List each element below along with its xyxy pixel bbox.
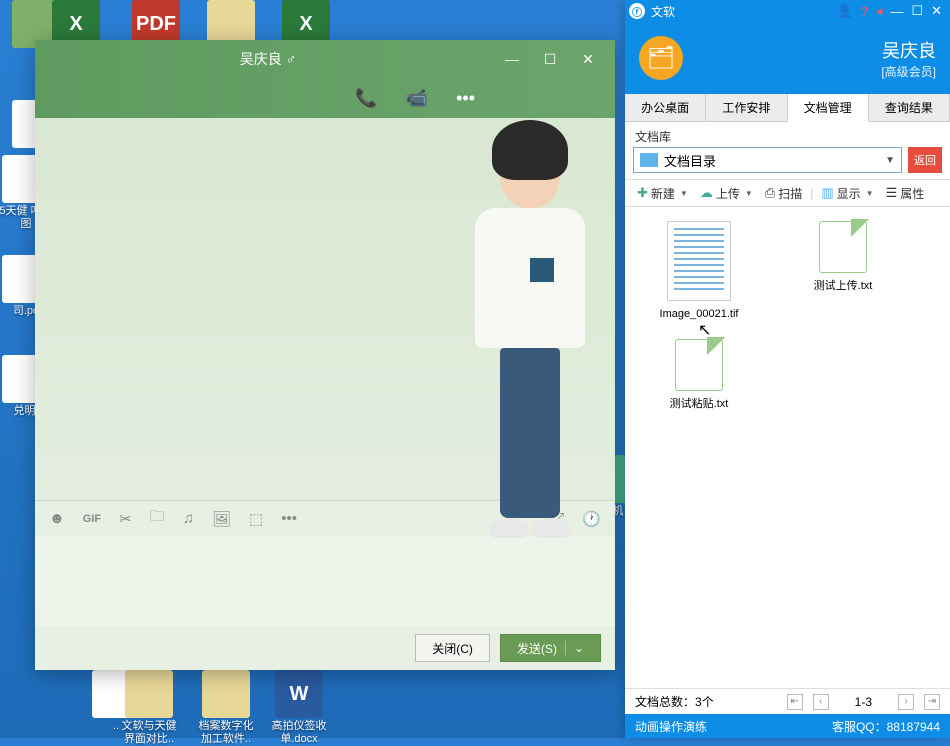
file-icon — [819, 221, 867, 273]
user-avatar-icon[interactable]: 🗂 — [639, 36, 683, 80]
send-dropdown-icon[interactable]: ⌄ — [565, 641, 584, 655]
send-button[interactable]: 发送(S)⌄ — [500, 634, 601, 662]
prev-page-button[interactable]: ‹ — [813, 694, 829, 710]
properties-button[interactable]: ☰属性 — [882, 183, 929, 204]
close-chat-button[interactable]: 关闭(C) — [415, 634, 490, 662]
file-icon[interactable]: 🗀 — [150, 506, 165, 531]
panel-footer: 动画操作演练 客服QQ：88187944 — [625, 714, 950, 738]
tab-3[interactable]: 查询结果 — [869, 94, 950, 121]
app-logo-icon: ⓕ — [629, 3, 645, 19]
more-tools-icon[interactable]: ••• — [281, 510, 297, 527]
scan-button[interactable]: ⎙扫描 — [761, 183, 806, 204]
chat-button-bar: 关闭(C) 发送(S)⌄ — [35, 626, 615, 670]
chat-titlebar[interactable]: 吴庆良 ♂ — ☐ ✕ — [35, 40, 615, 78]
contact-avatar — [465, 118, 595, 518]
display-button[interactable]: ▥显示▼ — [817, 183, 877, 204]
gender-icon: ♂ — [286, 51, 297, 67]
dropdown-icon[interactable]: ▼ — [885, 155, 895, 166]
emoji-icon[interactable]: ☻ — [49, 510, 65, 527]
user-status-icon[interactable]: 👤 — [836, 3, 852, 19]
minimize-button[interactable]: — — [493, 45, 531, 73]
panel-minimize-button[interactable]: — — [890, 4, 903, 19]
total-label: 文档总数：3个 — [635, 693, 714, 710]
new-button[interactable]: ✚新建▼ — [633, 183, 692, 204]
footer-right[interactable]: 客服QQ：88187944 — [832, 718, 940, 735]
close-button[interactable]: ✕ — [569, 45, 607, 73]
shake-icon[interactable]: ⬚ — [249, 510, 263, 528]
file-item[interactable]: 测试粘贴.txt — [639, 339, 759, 411]
first-page-button[interactable]: ⇤ — [787, 694, 803, 710]
mouse-cursor-icon: ↖ — [698, 320, 711, 340]
doclib-label: 文档库 — [625, 122, 950, 147]
desktop-icon[interactable]: W高拍仪签收 单.docx — [268, 670, 330, 746]
tab-bar: 办公桌面工作安排文档管理查询结果 — [625, 94, 950, 122]
desktop-icon[interactable]: 文软与天健 界面对比.. — [118, 670, 180, 746]
more-icon[interactable]: ••• — [456, 88, 475, 109]
folder-select[interactable]: 文档目录 ▼ — [633, 147, 902, 173]
upload-button[interactable]: ☁上传▼ — [696, 183, 757, 204]
screenshot-icon[interactable]: ✂ — [119, 510, 132, 528]
app-name: 文软 — [651, 3, 675, 20]
call-icon[interactable]: 📞 — [355, 88, 377, 109]
last-page-button[interactable]: ⇥ — [924, 694, 940, 710]
folder-name: 文档目录 — [664, 151, 716, 170]
file-item[interactable]: 测试上传.txt — [783, 221, 903, 321]
page-range: 1-3 — [855, 695, 872, 709]
file-icon — [667, 221, 731, 301]
help-icon[interactable]: ? — [861, 4, 868, 19]
file-item[interactable]: Image_00021.tif — [639, 221, 759, 321]
tab-2[interactable]: 文档管理 — [788, 94, 869, 122]
panel-close-button[interactable]: ✕ — [931, 3, 942, 19]
file-name: 测试粘贴.txt — [639, 397, 759, 411]
chat-title: 吴庆良 ♂ — [43, 49, 493, 69]
folder-icon — [640, 153, 658, 167]
pager: 文档总数：3个 ⇤ ‹ 1-3 › ⇥ — [625, 688, 950, 714]
tab-0[interactable]: 办公桌面 — [625, 94, 706, 121]
chat-input-area[interactable] — [35, 536, 615, 626]
chat-action-bar: 📞 📹 ••• — [35, 78, 615, 118]
file-icon — [675, 339, 723, 391]
chat-window: 吴庆良 ♂ — ☐ ✕ 📞 📹 ••• ☻ GIF ✂ 🗀 ♫ 🖼 ⬚ ••• … — [35, 40, 615, 670]
image-icon[interactable]: 🖼 — [212, 510, 231, 528]
file-name: Image_00021.tif — [639, 307, 759, 321]
gif-icon[interactable]: GIF — [83, 513, 101, 525]
music-icon[interactable]: ♫ — [183, 510, 194, 527]
next-page-button[interactable]: › — [898, 694, 914, 710]
file-grid: Image_00021.tif 测试上传.txt 测试粘贴.txt — [625, 207, 950, 688]
tab-1[interactable]: 工作安排 — [706, 94, 787, 121]
user-role: [高级会员] — [683, 63, 936, 80]
file-toolbar: ✚新建▼ ☁上传▼ ⎙扫描 | ▥显示▼ ☰属性 — [625, 179, 950, 207]
file-name: 测试上传.txt — [783, 279, 903, 293]
footer-left[interactable]: 动画操作演练 — [635, 718, 707, 735]
chat-message-area — [35, 118, 615, 500]
back-button[interactable]: 返回 — [908, 147, 942, 173]
app-panel: ⓕ 文软 👤 ? ◂ — ☐ ✕ 🗂 吴庆良 [高级会员] 办公桌面工作安排文档… — [625, 0, 950, 738]
sound-icon[interactable]: ◂ — [876, 3, 883, 19]
maximize-button[interactable]: ☐ — [531, 45, 569, 73]
panel-titlebar[interactable]: ⓕ 文软 👤 ? ◂ — ☐ ✕ — [625, 0, 950, 22]
user-name: 吴庆良 — [683, 37, 936, 63]
panel-header: 🗂 吴庆良 [高级会员] — [625, 22, 950, 94]
video-icon[interactable]: 📹 — [406, 88, 428, 109]
panel-maximize-button[interactable]: ☐ — [911, 3, 923, 19]
desktop-icon[interactable]: 档案数字化 加工软件.. — [195, 670, 257, 746]
